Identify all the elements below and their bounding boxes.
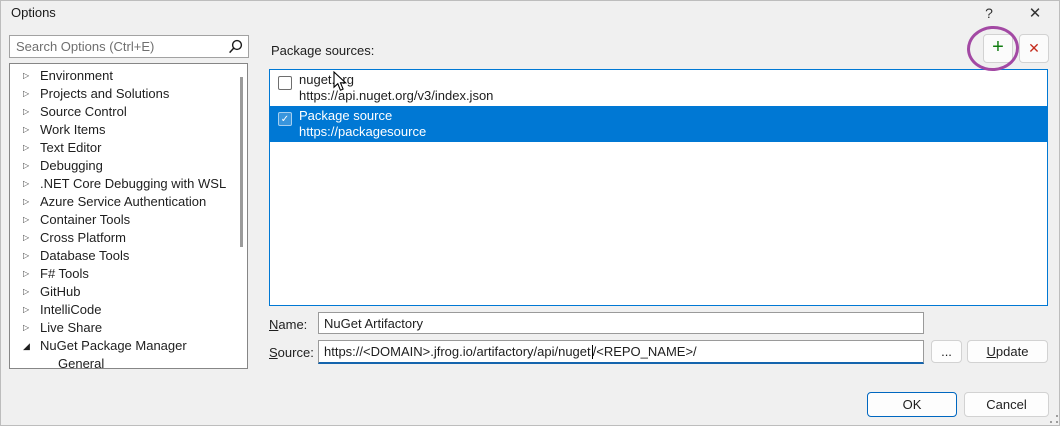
tree-item-label: Container Tools xyxy=(40,212,131,227)
source-url: https://api.nuget.org/v3/index.json xyxy=(299,88,494,103)
update-button[interactable]: Update xyxy=(967,340,1048,363)
collapsed-arrow-icon[interactable]: ▷ xyxy=(23,319,40,337)
tree-scrollbar[interactable] xyxy=(240,77,243,247)
name-input[interactable]: NuGet Artifactory xyxy=(318,312,924,334)
tree-item-work-items[interactable]: ▷ Work Items xyxy=(10,121,247,139)
collapsed-arrow-icon[interactable]: ▷ xyxy=(23,301,40,319)
tree-item-label: Projects and Solutions xyxy=(40,86,170,101)
collapsed-arrow-icon[interactable]: ▷ xyxy=(23,229,40,247)
tree-item-label: Azure Service Authentication xyxy=(40,194,207,209)
search-input[interactable] xyxy=(10,36,225,57)
collapsed-arrow-icon[interactable]: ▷ xyxy=(23,211,40,229)
expanded-arrow-icon[interactable]: ◢ xyxy=(23,337,40,355)
collapsed-arrow-icon[interactable]: ▷ xyxy=(23,265,40,283)
package-sources-label: Package sources: xyxy=(271,43,375,58)
tree-item-label: General xyxy=(58,356,105,369)
source-label: Source: xyxy=(269,345,314,360)
tree-item-label: Live Share xyxy=(40,320,103,335)
tree-item-label: Text Editor xyxy=(40,140,102,155)
browse-button[interactable]: ... xyxy=(931,340,962,363)
tree-item-source-control[interactable]: ▷ Source Control xyxy=(10,103,247,121)
resize-grip-icon[interactable] xyxy=(1056,415,1058,417)
collapsed-arrow-icon[interactable]: ▷ xyxy=(23,85,40,103)
checkbox-unchecked[interactable] xyxy=(278,76,292,90)
tree-item-label: Database Tools xyxy=(40,248,130,263)
tree-item-live-share[interactable]: ▷ Live Share xyxy=(10,319,247,337)
tree-item-intellicode[interactable]: ▷ IntelliCode xyxy=(10,301,247,319)
tree-item-database-tools[interactable]: ▷ Database Tools xyxy=(10,247,247,265)
update-button-label: Update xyxy=(986,344,1029,359)
search-box xyxy=(9,35,249,58)
source-row-package-source[interactable]: ✓ Package source https://packagesource xyxy=(270,106,1047,142)
collapsed-arrow-icon[interactable]: ▷ xyxy=(23,193,40,211)
collapsed-arrow-icon[interactable]: ▷ xyxy=(23,247,40,265)
collapsed-arrow-icon[interactable]: ▷ xyxy=(23,283,40,301)
tree-item-label: .NET Core Debugging with WSL xyxy=(40,176,227,191)
name-label: Name: xyxy=(269,317,308,332)
source-input[interactable]: https://<DOMAIN>.jfrog.io/artifactory/ap… xyxy=(318,340,924,364)
tree-item-debugging[interactable]: ▷ Debugging xyxy=(10,157,247,175)
tree-item-label: Cross Platform xyxy=(40,230,126,245)
tree-item-projects-and-solutions[interactable]: ▷ Projects and Solutions xyxy=(10,85,247,103)
tree-item-nuget-package-manager[interactable]: ◢ NuGet Package Manager xyxy=(10,337,247,355)
source-url: https://packagesource xyxy=(299,124,427,139)
window-title: Options xyxy=(11,5,56,20)
source-value-before-caret: https://<DOMAIN>.jfrog.io/artifactory/ap… xyxy=(324,344,591,359)
tree-item-cross-platform[interactable]: ▷ Cross Platform xyxy=(10,229,247,247)
remove-source-button[interactable]: ✕ xyxy=(1019,34,1049,63)
tree-item-label: Debugging xyxy=(40,158,103,173)
tree-item-label: GitHub xyxy=(40,284,81,299)
source-value-after-caret: /<REPO_NAME>/ xyxy=(592,344,697,359)
name-value: NuGet Artifactory xyxy=(324,315,423,331)
resize-grip-icon[interactable] xyxy=(1056,421,1058,423)
ok-button[interactable]: OK xyxy=(867,392,957,417)
tree-item-label: IntelliCode xyxy=(40,302,102,317)
tree-item-label: Environment xyxy=(40,68,113,83)
collapsed-arrow-icon[interactable]: ▷ xyxy=(23,121,40,139)
tree-item-label: Work Items xyxy=(40,122,106,137)
options-dialog: Options ? ✕ ▷Environment ▷Projects and S… xyxy=(0,0,1060,426)
resize-grip-icon[interactable] xyxy=(1050,421,1052,423)
collapsed-arrow-icon[interactable]: ▷ xyxy=(23,67,40,85)
tree-item-github[interactable]: ▷ GitHub xyxy=(10,283,247,301)
cancel-button[interactable]: Cancel xyxy=(964,392,1049,417)
tree-item-net-core-debugging-with-wsl[interactable]: ▷ .NET Core Debugging with WSL xyxy=(10,175,247,193)
tree-item-text-editor[interactable]: ▷ Text Editor xyxy=(10,139,247,157)
options-tree: ▷ Environment ▷ Projects and Solutions ▷ So… xyxy=(9,63,248,369)
package-sources-list: nuget.org https://api.nuget.org/v3/index… xyxy=(269,69,1048,306)
collapsed-arrow-icon[interactable]: ▷ xyxy=(23,139,40,157)
tree-item-label: NuGet Package Manager xyxy=(40,338,187,353)
source-row-nuget-org[interactable]: nuget.org https://api.nuget.org/v3/index… xyxy=(270,70,1047,106)
tree-item-label: F# Tools xyxy=(40,266,89,281)
collapsed-arrow-icon[interactable]: ▷ xyxy=(23,103,40,121)
source-name: nuget.org xyxy=(299,72,354,87)
tree-item-fsharp-tools[interactable]: ▷ F# Tools xyxy=(10,265,247,283)
tree-item-environment[interactable]: ▷ Environment xyxy=(10,67,247,85)
tree-item-general[interactable]: General xyxy=(10,355,247,369)
plus-icon: + xyxy=(992,36,1004,58)
tree-item-azure-service-authentication[interactable]: ▷ Azure Service Authentication xyxy=(10,193,247,211)
add-source-button[interactable]: + xyxy=(983,34,1013,63)
checkbox-checked[interactable]: ✓ xyxy=(278,112,292,126)
help-icon[interactable]: ? xyxy=(975,1,1003,25)
collapsed-arrow-icon[interactable]: ▷ xyxy=(23,157,40,175)
search-icon[interactable] xyxy=(228,39,243,54)
source-name: Package source xyxy=(299,108,393,123)
x-icon: ✕ xyxy=(1028,40,1040,56)
close-icon[interactable]: ✕ xyxy=(1021,1,1049,25)
tree-item-label: Source Control xyxy=(40,104,127,119)
collapsed-arrow-icon[interactable]: ▷ xyxy=(23,175,40,193)
tree-item-container-tools[interactable]: ▷ Container Tools xyxy=(10,211,247,229)
